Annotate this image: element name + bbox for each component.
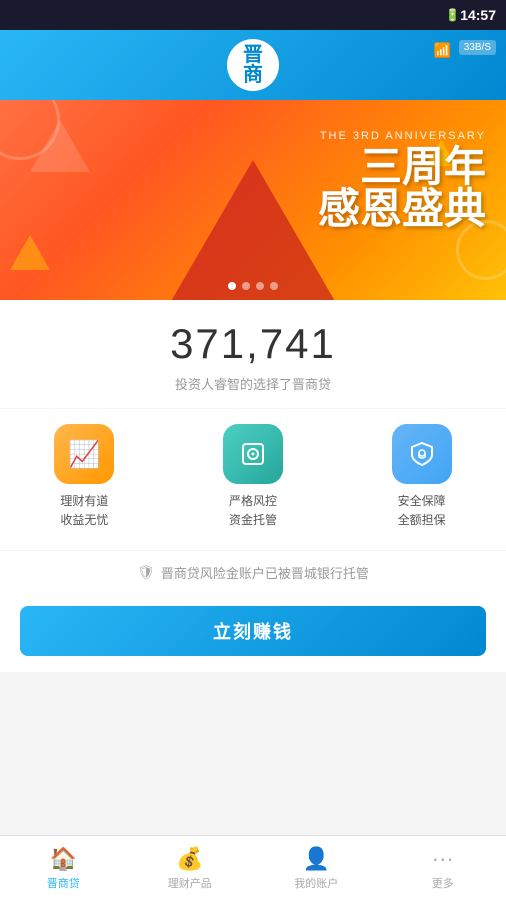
dot-2 xyxy=(242,282,250,290)
bottom-navigation: 🏠 晋商贷 💰 理财产品 👤 我的账户 ··· 更多 xyxy=(0,835,506,900)
status-bar: 🔋 14:57 xyxy=(0,0,506,30)
nav-more[interactable]: ··· 更多 xyxy=(380,836,506,900)
promo-banner[interactable]: THE 3RD ANNIVERSARY 三周年 感恩盛典 xyxy=(0,100,506,300)
app-header: 晋商 📶 33B/S xyxy=(0,30,506,100)
banner-dots xyxy=(228,282,278,290)
banner-subtitle: THE 3RD ANNIVERSARY xyxy=(318,130,486,142)
cta-section: 立刻赚钱 xyxy=(0,594,506,672)
finance-icon: 📈 xyxy=(54,424,114,484)
feature-risk: 严格风控资金托管 xyxy=(177,424,329,530)
stats-subtitle: 投资人睿智的选择了晋商贷 xyxy=(0,374,506,393)
trust-text: 晋商贷风险金账户已被晋城银行托管 xyxy=(161,563,369,582)
network-speed: 33B/S xyxy=(459,40,496,55)
nav-more-label: 更多 xyxy=(432,875,454,891)
security-label: 安全保障全额担保 xyxy=(398,492,446,530)
stats-section: 371,741 投资人睿智的选择了晋商贷 xyxy=(0,300,506,408)
nav-products-label: 理财产品 xyxy=(168,875,212,891)
banner-title: 三周年 感恩盛典 xyxy=(318,146,486,230)
nav-home[interactable]: 🏠 晋商贷 xyxy=(0,836,127,900)
nav-account[interactable]: 👤 我的账户 xyxy=(253,836,380,900)
banner-text: THE 3RD ANNIVERSARY 三周年 感恩盛典 xyxy=(318,130,486,230)
feature-security: 安全保障全额担保 xyxy=(346,424,498,530)
dot-4 xyxy=(270,282,278,290)
app-logo: 晋商 xyxy=(227,39,279,91)
risk-icon xyxy=(223,424,283,484)
investor-count: 371,741 xyxy=(0,320,506,368)
nav-account-label: 我的账户 xyxy=(294,875,338,891)
logo-text: 晋商 xyxy=(243,45,263,85)
status-time: 14:57 xyxy=(460,7,496,23)
nav-home-label: 晋商贷 xyxy=(47,875,80,891)
nav-products[interactable]: 💰 理财产品 xyxy=(127,836,254,900)
dot-1 xyxy=(228,282,236,290)
account-icon: 👤 xyxy=(303,846,330,872)
earn-money-button[interactable]: 立刻赚钱 xyxy=(20,606,486,656)
home-icon: 🏠 xyxy=(50,846,77,872)
security-icon xyxy=(392,424,452,484)
battery-icon: 🔋 xyxy=(445,8,460,22)
features-section: 📈 理财有道收益无忧 严格风控资金托管 安全保障全额担保 xyxy=(0,409,506,550)
finance-label: 理财有道收益无忧 xyxy=(60,492,108,530)
feature-finance: 📈 理财有道收益无忧 xyxy=(8,424,160,530)
trust-badge: 🛡 晋商贷风险金账户已被晋城银行托管 xyxy=(0,551,506,594)
products-icon: 💰 xyxy=(176,846,203,872)
more-icon: ··· xyxy=(432,846,454,872)
risk-label: 严格风控资金托管 xyxy=(229,492,277,530)
dot-3 xyxy=(256,282,264,290)
wifi-icon: 📶 xyxy=(434,42,451,59)
shield-icon: 🛡 xyxy=(137,564,155,581)
